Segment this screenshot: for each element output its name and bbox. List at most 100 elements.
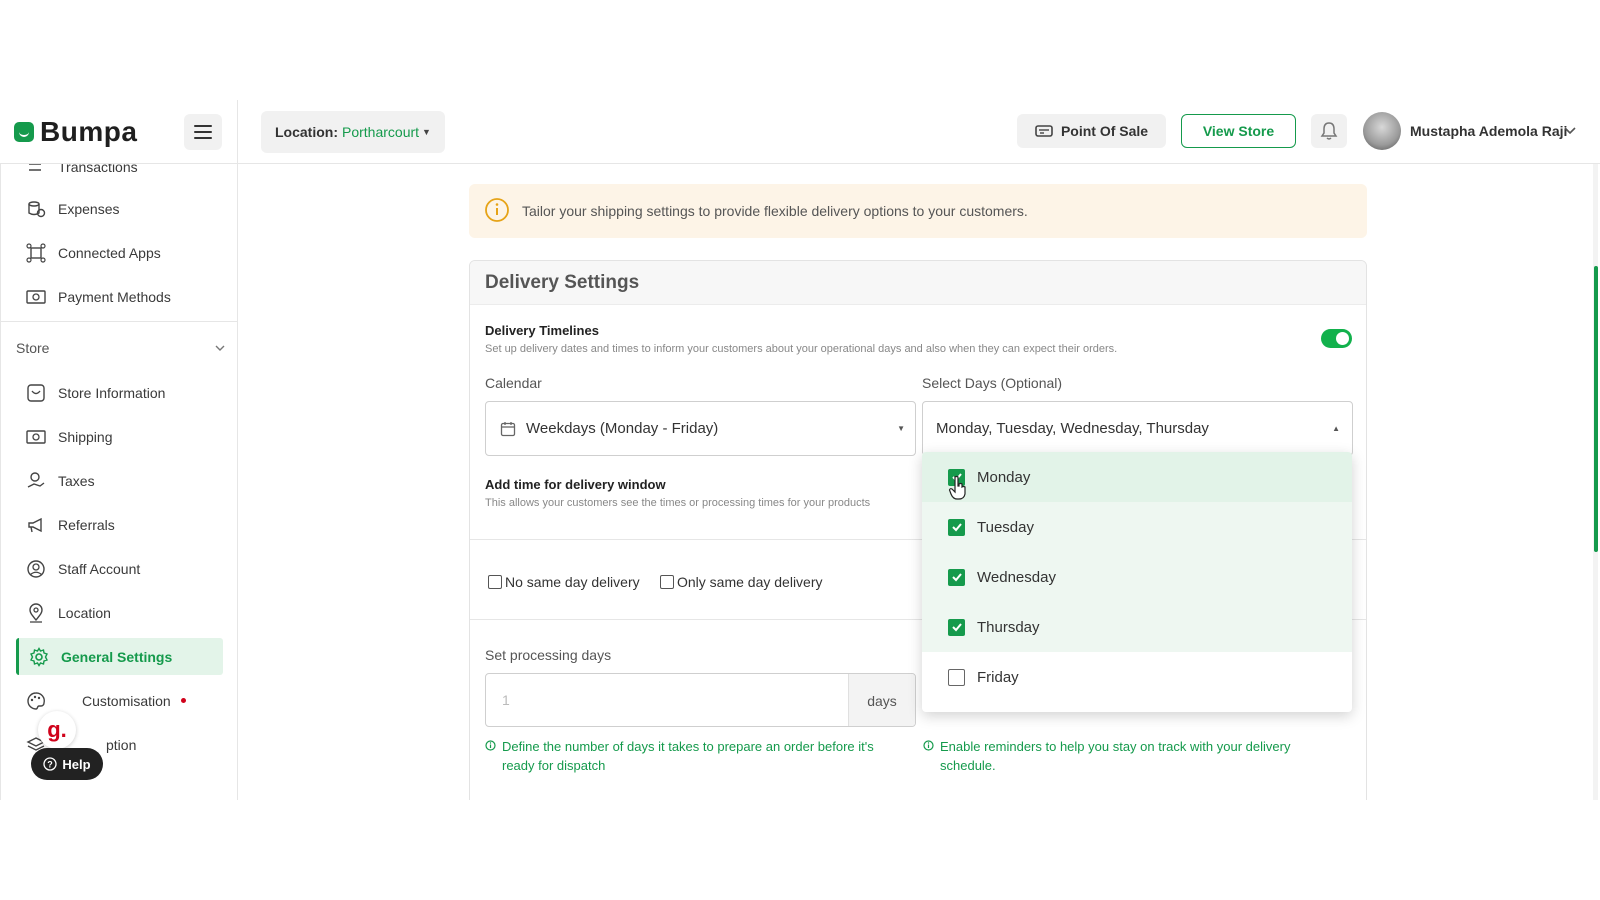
select-days-label: Select Days (Optional) [922,375,1063,391]
pos-label: Point Of Sale [1060,123,1149,139]
g-chat-badge[interactable]: g. [38,711,76,749]
select-days-select[interactable]: Monday, Tuesday, Wednesday, Thursday ▲ [922,401,1353,456]
sidebar-item-label: Location [58,604,111,621]
check-icon [951,523,962,532]
calendar-value: Weekdays (Monday - Friday) [526,420,719,437]
sidebar-item-location[interactable]: Location [16,594,223,631]
info-icon [484,197,510,226]
day-option-label: Thursday [977,618,1040,636]
sidebar-item-expenses[interactable]: Expenses [16,190,223,227]
megaphone-icon [24,513,48,537]
user-circle-icon [24,557,48,581]
app-window: Bumpa Location: Portharcourt ▼ Point Of … [0,100,1600,800]
delivery-window-subtitle: This allows your customers see the times… [485,497,871,509]
sidebar-item-label: Expenses [58,200,120,217]
sidebar-item-general-settings[interactable]: General Settings [16,638,223,675]
delivery-timelines-toggle[interactable] [1321,329,1352,348]
caret-up-icon: ▲ [1332,424,1340,433]
sidebar-item-store-information[interactable]: Store Information [16,374,223,411]
sidebar-item-label: Payment Methods [58,288,171,305]
tax-icon [24,469,48,493]
info-banner: Tailor your shipping settings to provide… [469,184,1367,238]
helper-text: Enable reminders to help you stay on tra… [940,739,1291,773]
day-option-monday[interactable]: Monday [922,452,1352,502]
divider [237,100,238,164]
day-option-label: Wednesday [977,568,1056,586]
day-option-label: Tuesday [977,518,1034,536]
pin-icon [24,601,48,625]
sidebar-item-label: Staff Account [58,560,141,577]
svg-text:?: ? [48,760,54,770]
divider [1,321,237,322]
sidebar-item-label: ption [106,736,137,753]
check-icon [951,623,962,632]
sidebar-item-connected-apps[interactable]: Connected Apps [16,234,223,271]
menu-line [194,131,212,133]
checkbox-checked[interactable] [948,568,965,586]
sidebar-item-staff-account[interactable]: Staff Account [16,550,223,587]
checkbox-box[interactable] [488,575,502,589]
sidebar-item-transactions[interactable]: Transactions [16,164,223,185]
no-same-day-checkbox[interactable]: No same day delivery [488,574,640,590]
arrows-icon [24,164,48,179]
sidebar-section-store[interactable]: Store [16,340,226,356]
question-circle-icon: ? [43,757,58,771]
caret-down-icon: ▼ [897,424,905,433]
money-icon [24,285,48,309]
view-store-button[interactable]: View Store [1181,114,1296,148]
day-option-label: Friday [977,668,1019,686]
info-circle-icon [485,740,496,751]
chevron-down-icon[interactable] [1563,121,1577,141]
checkbox-label: Only same day delivery [677,574,823,590]
hamburger-menu-button[interactable] [184,114,222,150]
notifications-button[interactable] [1311,114,1347,148]
logo[interactable]: Bumpa [14,116,137,148]
checkbox-unchecked[interactable] [948,668,965,686]
scrollbar-thumb[interactable] [1594,266,1598,552]
day-option-label: Monday [977,468,1031,486]
calendar-icon [500,421,516,436]
day-option-friday[interactable]: Friday [922,652,1352,702]
user-name[interactable]: Mustapha Ademola Raji [1410,123,1567,139]
section-label: Store [16,340,50,356]
help-button[interactable]: ? Help [31,748,103,780]
checkbox-label: No same day delivery [505,574,640,590]
sidebar-item-taxes[interactable]: Taxes [16,462,223,499]
reminder-helper: Enable reminders to help you stay on tra… [923,737,1343,775]
only-same-day-checkbox[interactable]: Only same day delivery [660,574,823,590]
caret-down-icon: ▼ [422,127,431,137]
checkbox-checked[interactable] [948,618,965,636]
checkbox-box[interactable] [660,575,674,589]
day-option-thursday[interactable]: Thursday [922,602,1352,652]
sidebar: Transactions Expenses Connected Apps Pay… [0,164,238,800]
sidebar-item-label: Customisation [82,692,171,709]
sidebar-item-label: Store Information [58,384,166,401]
point-of-sale-button[interactable]: Point Of Sale [1017,114,1166,148]
sidebar-item-referrals[interactable]: Referrals [16,506,223,543]
sidebar-item-payment-methods[interactable]: Payment Methods [16,278,223,315]
day-option-tuesday[interactable]: Tuesday [922,502,1352,552]
checkbox-checked[interactable] [948,518,965,536]
day-option-wednesday[interactable]: Wednesday [922,552,1352,602]
location-label: Location: [275,124,338,140]
sidebar-item-label: Transactions [58,164,138,175]
info-circle-icon [923,740,934,751]
processing-days-input[interactable]: 1 days [485,673,916,727]
days-suffix: days [848,674,915,726]
sidebar-item-label: General Settings [61,648,173,665]
bell-icon [1320,122,1338,140]
menu-line [194,125,212,127]
sidebar-item-shipping[interactable]: Shipping [16,418,223,455]
sidebar-item-label: Referrals [58,516,115,533]
calendar-label: Calendar [485,375,542,391]
coins-icon [24,197,48,221]
days-dropdown-menu: Monday Tuesday Wednesday Thursday Friday [922,452,1352,712]
check-icon [951,573,962,582]
chevron-down-icon [215,345,225,351]
pos-terminal-icon [1035,125,1053,137]
calendar-select[interactable]: Weekdays (Monday - Friday) ▼ [485,401,916,456]
top-bar: Bumpa Location: Portharcourt ▼ Point Of … [0,100,1600,164]
delivery-timelines-subtitle: Set up delivery dates and times to infor… [485,343,1118,355]
avatar[interactable] [1363,112,1401,150]
location-selector[interactable]: Location: Portharcourt ▼ [261,111,445,153]
